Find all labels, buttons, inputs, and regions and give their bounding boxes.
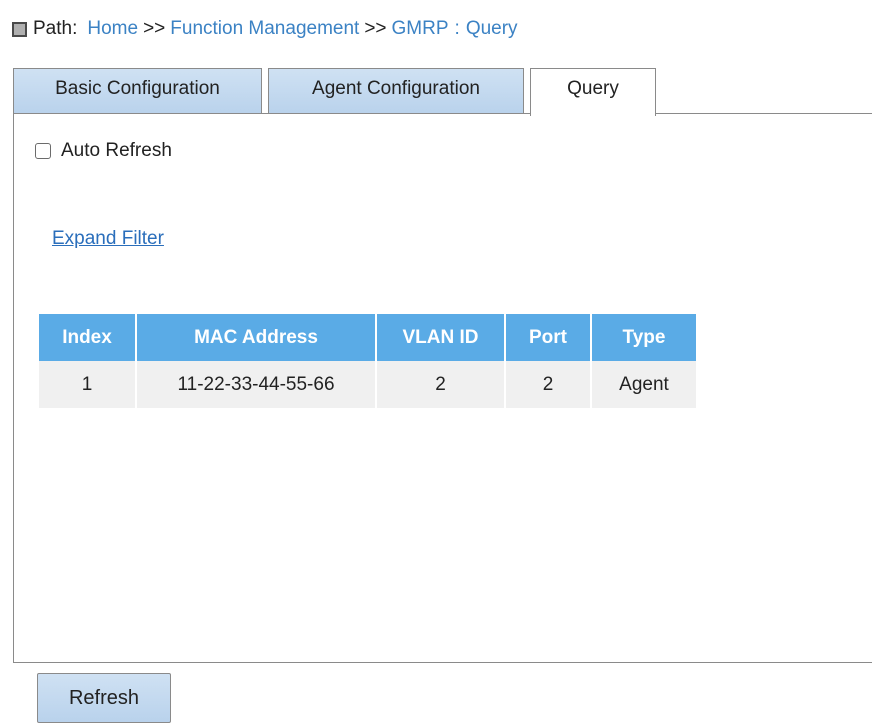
column-header-port: Port <box>506 314 590 361</box>
breadcrumb-query[interactable]: Query <box>466 14 518 44</box>
cell-index: 1 <box>39 361 135 408</box>
path-label: Path: <box>33 18 78 39</box>
auto-refresh-checkbox[interactable] <box>35 143 51 159</box>
column-header-mac-address: MAC Address <box>137 314 375 361</box>
cell-type: Agent <box>592 361 696 408</box>
table-header-row: Index MAC Address VLAN ID Port Type <box>39 314 696 361</box>
cell-port: 2 <box>506 361 590 408</box>
square-bullet-icon <box>12 21 27 37</box>
auto-refresh-label: Auto Refresh <box>61 140 172 161</box>
breadcrumb-colon: : <box>454 18 460 39</box>
breadcrumb-function-management[interactable]: Function Management <box>170 14 359 44</box>
breadcrumb-separator: >> <box>364 18 387 39</box>
breadcrumb: Path: Home >> Function Management >> GMR… <box>12 14 518 44</box>
tab-basic-configuration[interactable]: Basic Configuration <box>13 68 262 114</box>
breadcrumb-separator: >> <box>143 18 166 39</box>
column-header-vlan-id: VLAN ID <box>377 314 504 361</box>
tab-query[interactable]: Query <box>530 68 656 116</box>
expand-filter-link[interactable]: Expand Filter <box>52 228 164 250</box>
column-header-index: Index <box>39 314 135 361</box>
table-row: 1 11-22-33-44-55-66 2 2 Agent <box>39 361 696 408</box>
cell-vlan-id: 2 <box>377 361 504 408</box>
tab-bar: Basic Configuration Agent Configuration … <box>13 68 872 116</box>
refresh-button[interactable]: Refresh <box>37 673 171 723</box>
gmrp-query-table: Index MAC Address VLAN ID Port Type 1 11… <box>37 314 698 408</box>
cell-mac-address: 11-22-33-44-55-66 <box>137 361 375 408</box>
tab-agent-configuration[interactable]: Agent Configuration <box>268 68 524 114</box>
auto-refresh-option[interactable]: Auto Refresh <box>35 140 172 162</box>
column-header-type: Type <box>592 314 696 361</box>
breadcrumb-home[interactable]: Home <box>87 14 138 44</box>
breadcrumb-gmrp[interactable]: GMRP <box>392 14 449 44</box>
